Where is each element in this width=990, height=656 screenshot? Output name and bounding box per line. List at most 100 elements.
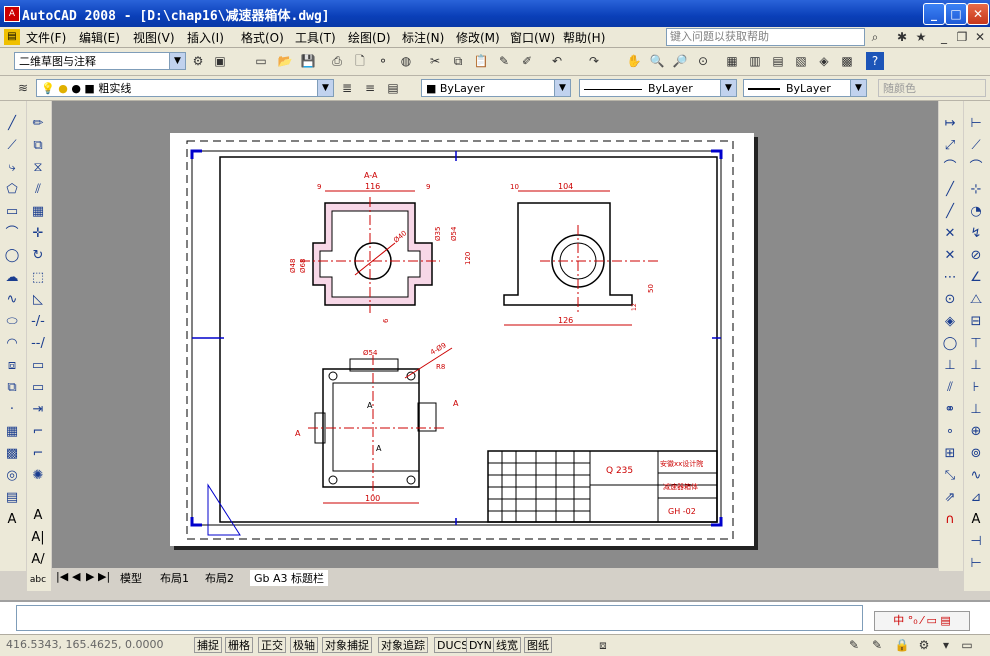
point-icon[interactable]: · <box>3 401 21 419</box>
gradient-icon[interactable]: ▩ <box>3 445 21 463</box>
tab-next-icon[interactable]: ▶ <box>86 570 94 583</box>
jogged-icon[interactable]: ✕ <box>941 225 959 243</box>
polyline-icon[interactable]: ⤷ <box>3 159 21 177</box>
copy-icon[interactable]: ⧉ <box>449 52 467 70</box>
ortho-button[interactable]: 正交 <box>258 637 286 653</box>
menu-help[interactable]: 帮助(H) <box>563 29 605 46</box>
paste-icon[interactable]: 📋 <box>472 52 490 70</box>
text-icon[interactable]: A <box>29 507 47 525</box>
dyn-button[interactable]: DYN <box>466 637 495 653</box>
menu-format[interactable]: 格式(O) <box>241 29 284 46</box>
properties-icon[interactable]: ▦ <box>723 52 741 70</box>
offset-icon[interactable]: ⫽ <box>29 181 47 199</box>
minimize-button[interactable]: _ <box>923 3 945 25</box>
dim-jogged-icon[interactable]: ↯ <box>967 225 985 243</box>
markup-icon[interactable]: ◈ <box>815 52 833 70</box>
arc-icon[interactable]: ⌒ <box>3 225 21 243</box>
chevron-down-icon[interactable]: ▼ <box>554 80 570 96</box>
status-menu-icon[interactable]: ▾ <box>937 636 955 654</box>
erase-icon[interactable]: ✏ <box>29 115 47 133</box>
break-icon[interactable]: ▭ <box>29 357 47 375</box>
insert-block-icon[interactable]: ⧈ <box>3 357 21 375</box>
dim-radius-icon[interactable]: ◔ <box>967 203 985 221</box>
undo-icon[interactable]: ↶ <box>548 52 566 70</box>
plot-preview-icon[interactable]: 🗋 <box>351 52 369 70</box>
dim-space-icon[interactable]: ⊥ <box>967 357 985 375</box>
paper-button[interactable]: 图纸 <box>524 637 552 653</box>
save-icon[interactable]: 💾 <box>299 52 317 70</box>
lineweight-button[interactable]: 线宽 <box>493 637 521 653</box>
scale-icon[interactable]: ⬚ <box>29 269 47 287</box>
open-icon[interactable]: 📂 <box>276 52 294 70</box>
arc-length-icon[interactable]: ⌒ <box>941 159 959 177</box>
text-edit-icon[interactable]: A| <box>29 529 47 547</box>
dim-ordinate-icon[interactable]: ⊹ <box>967 181 985 199</box>
help-icon[interactable]: ? <box>866 52 884 70</box>
layer-states-icon[interactable]: ▤ <box>384 79 402 97</box>
circle-icon[interactable]: ◯ <box>3 247 21 265</box>
workspace-save-icon[interactable]: ▣ <box>211 52 229 70</box>
chevron-down-icon[interactable]: ▼ <box>720 80 736 96</box>
workspace-select[interactable]: 二维草图与注释 ▼ <box>14 52 186 70</box>
menu-edit[interactable]: 编辑(E) <box>79 29 120 46</box>
dim-linear-icon[interactable]: ⊢ <box>967 115 985 133</box>
dim-continue-icon[interactable]: ⊤ <box>967 335 985 353</box>
dim-diameter-icon[interactable]: ⊘ <box>967 247 985 265</box>
close-button[interactable]: ✕ <box>967 3 989 25</box>
rotate-icon[interactable]: ↻ <box>29 247 47 265</box>
color-select[interactable]: ■ ByLayer ▼ <box>421 79 571 97</box>
text-style-icon[interactable]: A/ <box>29 551 47 569</box>
break-dim-icon[interactable]: ⫽ <box>941 379 959 397</box>
document-icon[interactable]: ▤ <box>4 29 20 45</box>
dim-style-icon[interactable]: ⊢ <box>967 555 985 573</box>
match-properties-icon[interactable]: ✎ <box>495 52 513 70</box>
chevron-down-icon[interactable]: ▼ <box>169 53 185 69</box>
grid-button[interactable]: 栅格 <box>225 637 253 653</box>
help-search-input[interactable]: 键入问题以获取帮助 <box>666 28 865 46</box>
lineweight-select[interactable]: ByLayer ▼ <box>743 79 867 97</box>
ime-indicator[interactable]: 中 °₀ ⁄ ▭ ▤ <box>874 611 970 631</box>
plot-icon[interactable]: ⎙ <box>328 52 346 70</box>
dim-angular-icon[interactable]: ∠ <box>967 269 985 287</box>
dim-jogline-icon[interactable]: ∿ <box>967 467 985 485</box>
join-icon[interactable]: ▭ <box>29 379 47 397</box>
tray-settings-icon[interactable]: ⚙ <box>915 636 933 654</box>
clean-screen-icon[interactable]: ▭ <box>958 636 976 654</box>
revision-cloud-icon[interactable]: ☁ <box>3 269 21 287</box>
communication-icon[interactable]: ✱ <box>893 28 911 46</box>
menu-dimension[interactable]: 标注(N) <box>402 29 444 46</box>
diameter-icon[interactable]: ✕ <box>941 247 959 265</box>
menu-modify[interactable]: 修改(M) <box>456 29 500 46</box>
dim-update-icon[interactable]: ⊣ <box>967 533 985 551</box>
angular-icon[interactable]: ⋯ <box>941 269 959 287</box>
tab-last-icon[interactable]: ▶| <box>98 570 110 583</box>
menu-insert[interactable]: 插入(I) <box>187 29 224 46</box>
jogged-linear-icon[interactable]: ⤡ <box>941 467 959 485</box>
chevron-down-icon[interactable]: ▼ <box>317 80 333 96</box>
dim-text-edit-icon[interactable]: A <box>967 511 985 529</box>
ordinate-icon[interactable]: ╱ <box>941 181 959 199</box>
dim-baseline-icon[interactable]: ⊟ <box>967 313 985 331</box>
extend-icon[interactable]: --/ <box>29 335 47 353</box>
aligned-dim-icon[interactable]: ⤢ <box>941 137 959 155</box>
zoom-previous-icon[interactable]: ⊙ <box>694 52 712 70</box>
construction-line-icon[interactable]: ⟋ <box>3 137 21 155</box>
doc-minimize-icon[interactable]: _ <box>935 28 953 46</box>
chevron-down-icon[interactable]: ▼ <box>850 80 866 96</box>
tab-prev-icon[interactable]: ◀ <box>72 570 80 583</box>
table-icon[interactable]: ▤ <box>3 489 21 507</box>
menu-file[interactable]: 文件(F) <box>26 29 66 46</box>
fillet-icon[interactable]: ⌐ <box>29 423 47 441</box>
region-icon[interactable]: ◎ <box>3 467 21 485</box>
tab-model[interactable]: 模型 <box>120 570 142 586</box>
layer-select[interactable]: 💡 ● ● ■ 粗实线 ▼ <box>36 79 334 97</box>
mirror-icon[interactable]: ⧖ <box>29 159 47 177</box>
dim-break-icon[interactable]: ⊦ <box>967 379 985 397</box>
design-center-icon[interactable]: ▥ <box>746 52 764 70</box>
tolerance-icon[interactable]: ⚭ <box>941 401 959 419</box>
ellipse-arc-icon[interactable]: ◠ <box>3 335 21 353</box>
make-block-icon[interactable]: ⧉ <box>3 379 21 397</box>
layer-manager-icon[interactable]: ≋ <box>14 79 32 97</box>
make-current-layer-icon[interactable]: ≣ <box>338 79 356 97</box>
search-icon[interactable]: ⌕ <box>866 28 884 46</box>
